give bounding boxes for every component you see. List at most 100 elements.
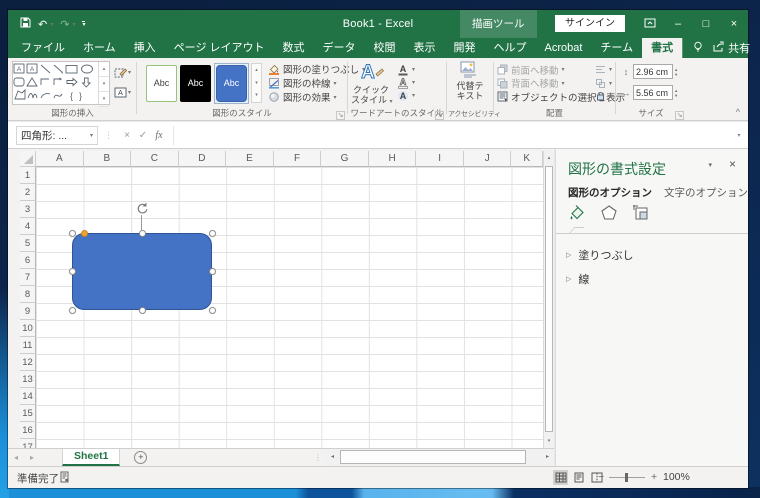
ribbon-tab-ヘルプ[interactable]: ヘルプ [485,38,536,58]
row-header-4[interactable]: 4 [20,218,36,235]
formula-input[interactable] [173,126,730,145]
style-more-icon[interactable]: ▾ [252,89,261,102]
row-header-2[interactable]: 2 [20,184,36,201]
zoom-slider-thumb[interactable] [625,473,628,482]
tab-shape-options[interactable]: 図形のオプション [568,185,652,200]
send-backward-button[interactable]: 背面へ移動▾ [497,77,593,91]
row-header-7[interactable]: 7 [20,269,36,286]
row-header-1[interactable]: 1 [20,167,36,184]
shape-style-preset-3-selected[interactable]: Abc [214,63,249,104]
shapes-gallery[interactable]: A A [12,61,110,105]
sign-in-button[interactable]: サインイン [555,15,625,32]
adjust-handle[interactable] [81,230,88,237]
text-box-button[interactable]: A ▾ [114,82,136,102]
column-header-J[interactable]: J [464,151,512,167]
vertical-scrollbar[interactable]: ▴ ▾ [543,151,554,448]
column-header-K[interactable]: K [511,151,543,167]
scroll-left-icon[interactable]: ◂ [326,450,339,464]
dialog-launcher-wordart[interactable]: ↘ [435,111,444,120]
resize-handle-ne[interactable] [209,230,216,237]
horizontal-scrollbar[interactable]: ◂ ▸ [326,449,554,466]
resize-handle-sw[interactable] [69,307,76,314]
maximize-button[interactable]: □ [692,18,720,30]
expand-section-icon[interactable]: ▷ [566,275,571,283]
sheet-nav-right-icon[interactable]: ▸ [24,449,40,466]
row-header-6[interactable]: 6 [20,252,36,269]
shape-style-preset-2[interactable]: Abc [180,65,211,102]
formula-bar-splitter[interactable]: ⋮ [104,130,113,141]
tab-text-options[interactable]: 文字のオプション [664,185,748,200]
column-header-D[interactable]: D [179,151,227,167]
select-all-corner[interactable] [20,151,36,167]
gallery-more-icon[interactable]: ▾ [99,92,109,107]
shape-height-field[interactable] [633,64,673,79]
close-button[interactable]: × [720,18,748,30]
selection-pane-button[interactable]: オブジェクトの選択と表示 [497,90,593,104]
row-header-16[interactable]: 16 [20,422,36,439]
shape-width-field[interactable] [633,85,673,100]
row-header-8[interactable]: 8 [20,286,36,303]
column-header-G[interactable]: G [321,151,369,167]
row-header-9[interactable]: 9 [20,303,36,320]
page-layout-view-button[interactable] [571,470,586,485]
column-header-A[interactable]: A [36,151,84,167]
ribbon-display-options-icon[interactable] [636,18,664,31]
dialog-launcher-shape-styles[interactable]: ↘ [336,111,345,120]
row-header-14[interactable]: 14 [20,388,36,405]
zoom-in-button[interactable]: + [651,471,657,483]
pane-section-塗りつぶし[interactable]: ▷塗りつぶし [566,243,740,267]
ribbon-tab-ホーム[interactable]: ホーム [74,38,125,58]
shape-effects-button[interactable]: 図形の効果▾ [268,90,346,104]
height-spinner[interactable]: ▴▾ [675,67,677,77]
resize-handle-nw[interactable] [69,230,76,237]
fill-line-category-icon[interactable] [568,204,586,225]
ribbon-tab-ページ レイアウト[interactable]: ページ レイアウト [165,38,274,58]
tab-scroll-splitter[interactable]: ⋮ [314,449,322,466]
zoom-level[interactable]: 100% [663,471,690,483]
pane-menu-icon[interactable]: ▾ [708,161,712,169]
align-button[interactable]: ▾ [595,63,615,77]
shape-style-preset-1[interactable]: Abc [146,65,177,102]
row-header-15[interactable]: 15 [20,405,36,422]
text-fill-button[interactable]: A ▾ [397,63,437,76]
customize-qat-icon[interactable]: ▾ [82,21,85,27]
ribbon-tab-校閲[interactable]: 校閲 [365,38,405,58]
rounded-rectangle-shape[interactable] [72,233,212,310]
undo-dropdown-icon[interactable]: ▾ [50,21,53,28]
scroll-right-icon[interactable]: ▸ [541,450,554,464]
ribbon-tab-データ[interactable]: データ [314,38,365,58]
style-scroll-down-icon[interactable]: ▾ [252,77,261,90]
expand-section-icon[interactable]: ▷ [566,251,571,259]
row-header-13[interactable]: 13 [20,371,36,388]
column-header-F[interactable]: F [274,151,322,167]
ribbon-tab-開発[interactable]: 開発 [445,38,485,58]
rotate-button[interactable]: ▾ [595,90,615,104]
expand-formula-bar-icon[interactable]: ▾ [730,132,748,139]
tell-me-search[interactable]: 実行したい作業を入力してください [682,38,703,58]
ribbon-tab-Acrobat[interactable]: Acrobat [536,38,592,58]
macro-record-icon[interactable] [60,471,69,486]
style-scroll-up-icon[interactable]: ▴ [252,64,261,77]
name-box-dropdown-icon[interactable]: ▾ [90,132,93,139]
row-header-5[interactable]: 5 [20,235,36,252]
text-outline-button[interactable]: A ▾ [397,76,437,89]
column-header-B[interactable]: B [84,151,132,167]
undo-button[interactable]: ↶ [38,18,47,31]
redo-button[interactable]: ↷ [60,18,69,31]
group-objects-button[interactable]: ▾ [595,77,615,91]
column-header-E[interactable]: E [226,151,274,167]
insert-function-button[interactable]: fx [151,130,167,141]
column-header-H[interactable]: H [369,151,417,167]
ribbon-tab-チーム[interactable]: チーム [591,38,642,58]
shape-style-scroll[interactable]: ▴ ▾ ▾ [251,63,262,103]
minimize-button[interactable]: – [664,18,692,30]
redo-dropdown-icon[interactable]: ▾ [72,21,75,28]
zoom-out-button[interactable]: − [598,471,604,483]
shapes-gallery-scroll[interactable]: ▴ ▾ ▾ [98,62,109,104]
shape-fill-button[interactable]: 図形の塗りつぶし▾ [268,62,346,76]
ribbon-tab-ファイル[interactable]: ファイル [12,38,74,58]
edit-shape-button[interactable]: ▾ [114,62,136,82]
alt-text-button[interactable]: 代替テ キスト [451,61,489,101]
ribbon-tab-書式[interactable]: 書式 [642,38,682,58]
vertical-scroll-thumb[interactable] [545,166,553,432]
